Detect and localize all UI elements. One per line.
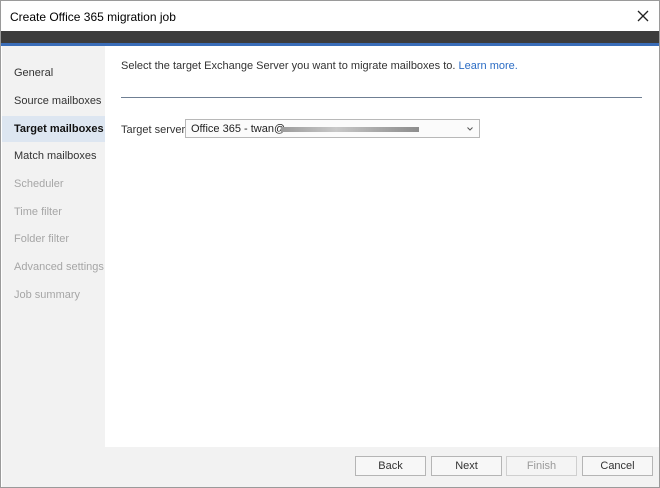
sidebar-item-general[interactable]: General [2,60,105,86]
close-button[interactable] [631,4,655,28]
instruction-label: Select the target Exchange Server you wa… [121,60,456,72]
next-button[interactable]: Next [431,456,502,476]
section-divider [121,97,642,98]
learn-more-link[interactable]: Learn more. [459,60,518,72]
sidebar-item-match-mailboxes[interactable]: Match mailboxes [2,143,105,169]
sidebar-item-label: Advanced settings [14,261,104,273]
wizard-steps-sidebar: General Source mailboxes Target mailboxe… [2,46,105,447]
sidebar-item-target-mailboxes[interactable]: Target mailboxes [2,116,105,142]
sidebar-item-job-summary: Job summary [2,282,105,308]
sidebar-item-label: General [14,67,54,79]
sidebar-item-label: Match mailboxes [14,150,97,162]
chevron-down-icon [467,127,473,131]
sidebar-item-label: Job summary [14,289,81,301]
sidebar-item-label: Time filter [14,206,62,218]
close-icon [637,10,649,22]
sidebar-item-label: Source mailboxes [14,95,102,107]
cancel-button[interactable]: Cancel [582,456,653,476]
sidebar-item-label: Folder filter [14,233,70,245]
target-server-value: Office 365 - twan@ [191,123,286,135]
migration-job-dialog: Create Office 365 migration job General … [0,0,660,488]
sidebar-item-source-mailboxes[interactable]: Source mailboxes [2,88,105,114]
sidebar-item-label: Scheduler [14,178,64,190]
sidebar-item-folder-filter: Folder filter [2,226,105,252]
back-button[interactable]: Back [355,456,426,476]
target-server-label: Target server: [121,124,189,136]
main-content: Select the target Exchange Server you wa… [105,46,659,447]
dialog-footer: Back Next Finish Cancel [2,447,659,487]
header-band [1,31,659,43]
sidebar-item-scheduler: Scheduler [2,171,105,197]
instruction-text: Select the target Exchange Server you wa… [121,60,518,72]
target-server-select[interactable]: Office 365 - twan@ [185,119,480,138]
sidebar-item-time-filter: Time filter [2,199,105,225]
finish-button: Finish [506,456,577,476]
window-title: Create Office 365 migration job [10,10,176,24]
sidebar-item-label: Target mailboxes [14,123,104,135]
sidebar-item-advanced-settings: Advanced settings [2,254,105,280]
redacted-email [281,127,419,132]
title-bar: Create Office 365 migration job [1,1,659,31]
